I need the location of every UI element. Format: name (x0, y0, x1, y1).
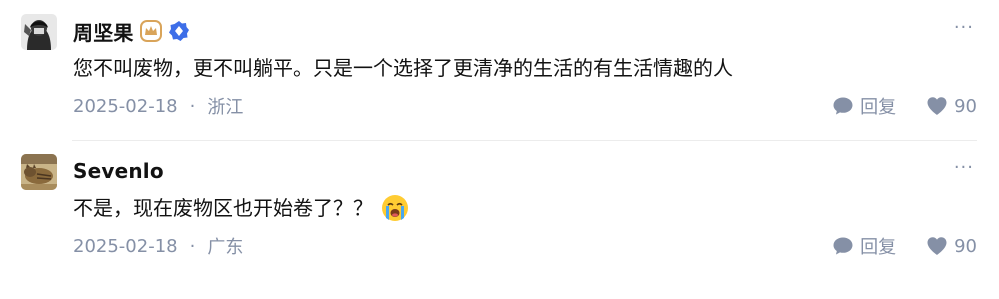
reply-label: 回复 (860, 237, 897, 258)
like-button[interactable]: 90 (926, 236, 977, 257)
comment-date: 2025-02-18 (73, 235, 178, 257)
like-count: 90 (954, 235, 977, 257)
like-count: 90 (954, 95, 977, 117)
comment-content: 不是，现在废物区也开始卷了？？ (73, 193, 409, 223)
more-options-button[interactable]: ··· (954, 158, 974, 178)
heart-icon (927, 237, 947, 255)
comment-location: 浙江 (207, 97, 244, 118)
comment-list: 周坚果 ··· 您不叫废物，更不叫躺平。只是一个选择了更清净的生活的有生活情趣的… (0, 0, 999, 299)
reply-label: 回复 (860, 97, 897, 118)
meta-separator: · (189, 95, 196, 117)
heart-icon (927, 97, 947, 115)
crying-face-emoji (381, 194, 409, 222)
avatar[interactable] (21, 14, 57, 50)
reply-icon (833, 97, 853, 115)
author-name[interactable]: Sevenlo (73, 159, 164, 183)
reply-button[interactable]: 回复 (832, 233, 896, 259)
comment-actions: 回复 90 (832, 233, 977, 259)
reply-button[interactable]: 回复 (832, 93, 896, 119)
comment-meta: 2025-02-18 · 广东 (73, 233, 243, 259)
comment-item: Sevenlo ··· 不是，现在废物区也开始卷了？？ 2025-02-18 ·… (0, 150, 999, 290)
comment-meta: 2025-02-18 · 浙江 (73, 93, 243, 119)
comment-text: 您不叫废物，更不叫躺平。只是一个选择了更清净的生活的有生活情趣的人 (73, 56, 733, 80)
crown-badge-icon (139, 20, 162, 42)
comment-location: 广东 (207, 237, 244, 258)
avatar[interactable] (21, 154, 57, 190)
author-name[interactable]: 周坚果 (73, 17, 134, 46)
comment-date: 2025-02-18 (73, 95, 178, 117)
verified-badge-icon (168, 20, 190, 42)
author-row: Sevenlo (73, 158, 164, 184)
meta-separator: · (189, 235, 196, 257)
reply-icon (833, 237, 853, 255)
comment-item: 周坚果 ··· 您不叫废物，更不叫躺平。只是一个选择了更清净的生活的有生活情趣的… (0, 10, 999, 140)
comment-actions: 回复 90 (832, 93, 977, 119)
author-row: 周坚果 (73, 17, 190, 46)
comment-text: 不是，现在废物区也开始卷了？？ (73, 196, 373, 220)
more-options-button[interactable]: ··· (954, 18, 974, 38)
like-button[interactable]: 90 (926, 96, 977, 117)
divider (72, 140, 977, 141)
